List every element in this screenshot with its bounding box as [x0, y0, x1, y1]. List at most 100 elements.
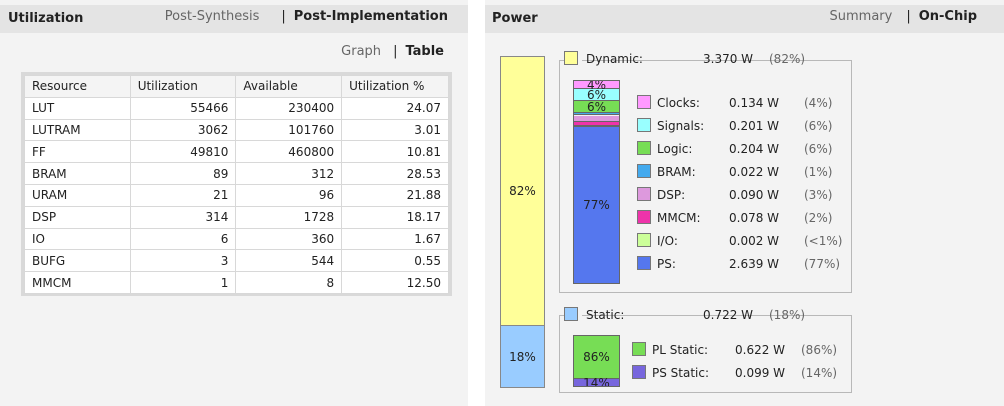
legend-value: 0.201 W: [729, 119, 780, 133]
cell-utilization-percent: 18.17: [341, 205, 449, 229]
segment-label: 86%: [583, 350, 610, 364]
cell-available: 312: [235, 162, 343, 185]
segment-label: 77%: [583, 197, 610, 212]
static-legend-header: Static: 0.722 W (18%): [564, 307, 805, 323]
table-row[interactable]: DSP 314 1728 18.17: [24, 205, 449, 229]
cell-resource: MMCM: [24, 271, 131, 294]
dynamic-power-bar[interactable]: 82%: [500, 56, 545, 326]
tab-post-implementation[interactable]: Post-Implementation: [294, 9, 448, 24]
legend-label: PS Static:: [652, 366, 710, 380]
table-row[interactable]: BUFG 3 544 0.55: [24, 249, 449, 273]
legend-label: PS:: [657, 257, 676, 271]
column-header-resource[interactable]: Resource: [24, 75, 131, 98]
cell-resource: BRAM: [24, 162, 131, 185]
legend-swatch: [637, 141, 651, 155]
cell-available: 544: [235, 249, 343, 273]
segment-label: 6%: [586, 99, 607, 114]
legend-label: Clocks:: [657, 96, 700, 110]
cell-available: 8: [235, 271, 343, 294]
cell-resource: URAM: [24, 183, 131, 207]
legend-swatch: [637, 233, 651, 247]
table-row[interactable]: FF 49810 460800 10.81: [24, 140, 449, 164]
legend-row[interactable]: BRAM: 0.022 W (1%): [637, 164, 857, 180]
cell-utilization: 314: [129, 205, 237, 229]
legend-percent: (6%): [804, 119, 833, 133]
legend-row[interactable]: Signals: 0.201 W (6%): [637, 118, 857, 134]
cell-utilization: 6: [129, 227, 237, 251]
legend-value: 0.622 W: [735, 343, 786, 357]
cell-utilization: 49810: [129, 140, 237, 164]
cell-utilization: 3062: [129, 118, 237, 142]
view-tabs: Graph | Table: [341, 44, 444, 59]
legend-percent: (<1%): [804, 234, 843, 248]
column-header-utilization[interactable]: Utilization: [129, 75, 237, 98]
legend-label: DSP:: [657, 188, 686, 202]
tab-separator: |: [906, 9, 911, 24]
legend-label: I/O:: [657, 234, 678, 248]
legend-percent: (6%): [804, 142, 833, 156]
legend-row[interactable]: MMCM: 0.078 W (2%): [637, 210, 857, 226]
legend-value: 0.090 W: [729, 188, 780, 202]
legend-label: Logic:: [657, 142, 693, 156]
legend-row[interactable]: Clocks: 0.134 W (4%): [637, 95, 857, 111]
cell-resource: LUTRAM: [24, 118, 131, 142]
static-segment-plstatic[interactable]: 86%: [574, 336, 619, 379]
legend-row[interactable]: PS Static: 0.099 W (14%): [632, 365, 852, 381]
legend-percent: (77%): [804, 257, 841, 271]
legend-percent: (86%): [801, 343, 838, 357]
table-row[interactable]: MMCM 1 8 12.50: [24, 271, 449, 294]
tab-on-chip[interactable]: On-Chip: [919, 9, 977, 24]
table-row[interactable]: IO 6 360 1.67: [24, 227, 449, 251]
cell-resource: IO: [24, 227, 131, 251]
tab-graph[interactable]: Graph: [341, 44, 381, 59]
legend-row[interactable]: Logic: 0.204 W (6%): [637, 141, 857, 157]
legend-value: 0.078 W: [729, 211, 780, 225]
cell-utilization-percent: 28.53: [341, 162, 449, 185]
cell-utilization: 55466: [129, 96, 237, 120]
power-header: Power Summary | On-Chip: [485, 5, 1004, 33]
dynamic-segment-ps[interactable]: 77%: [574, 126, 619, 283]
static-segment-psstatic[interactable]: 14%: [574, 377, 619, 386]
cell-resource: DSP: [24, 205, 131, 229]
table-row[interactable]: LUT 55466 230400 24.07: [24, 96, 449, 120]
dynamic-segment-logic[interactable]: 6%: [574, 99, 619, 114]
cell-utilization: 21: [129, 183, 237, 207]
static-breakdown-bar[interactable]: 86% 14%: [573, 335, 620, 387]
legend-swatch: [637, 210, 651, 224]
table-row[interactable]: BRAM 89 312 28.53: [24, 162, 449, 185]
legend-swatch: [632, 342, 646, 356]
cell-utilization-percent: 10.81: [341, 140, 449, 164]
table-header-row: Resource Utilization Available Utilizati…: [24, 75, 449, 98]
legend-label: BRAM:: [657, 165, 696, 179]
dynamic-value: 3.370 W: [703, 52, 754, 66]
table-row[interactable]: URAM 21 96 21.88: [24, 183, 449, 207]
legend-row[interactable]: DSP: 0.090 W (3%): [637, 187, 857, 203]
dynamic-bar-label: 82%: [509, 184, 536, 198]
static-swatch: [564, 307, 578, 321]
legend-percent: (1%): [804, 165, 833, 179]
dynamic-breakdown-bar[interactable]: 4% 6% 6% 77%: [573, 80, 620, 284]
static-power-bar[interactable]: 18%: [500, 325, 545, 388]
cell-resource: BUFG: [24, 249, 131, 273]
legend-swatch: [637, 95, 651, 109]
legend-swatch: [637, 187, 651, 201]
column-header-utilization-percent[interactable]: Utilization %: [341, 75, 449, 98]
column-header-available[interactable]: Available: [235, 75, 343, 98]
legend-row[interactable]: PS: 2.639 W (77%): [637, 256, 857, 272]
legend-value: 0.204 W: [729, 142, 780, 156]
static-percent: (18%): [769, 308, 806, 322]
cell-available: 360: [235, 227, 343, 251]
cell-resource: FF: [24, 140, 131, 164]
legend-value: 0.022 W: [729, 165, 780, 179]
tab-summary[interactable]: Summary: [830, 9, 893, 24]
tab-separator: |: [393, 44, 398, 59]
legend-percent: (4%): [804, 96, 833, 110]
tab-table[interactable]: Table: [405, 44, 444, 59]
legend-swatch: [637, 256, 651, 270]
legend-row[interactable]: I/O: 0.002 W (<1%): [637, 233, 857, 249]
legend-row[interactable]: PL Static: 0.622 W (86%): [632, 342, 852, 358]
table-row[interactable]: LUTRAM 3062 101760 3.01: [24, 118, 449, 142]
legend-value: 0.134 W: [729, 96, 780, 110]
tab-post-synthesis[interactable]: Post-Synthesis: [165, 9, 260, 24]
static-label: Static:: [586, 308, 625, 322]
